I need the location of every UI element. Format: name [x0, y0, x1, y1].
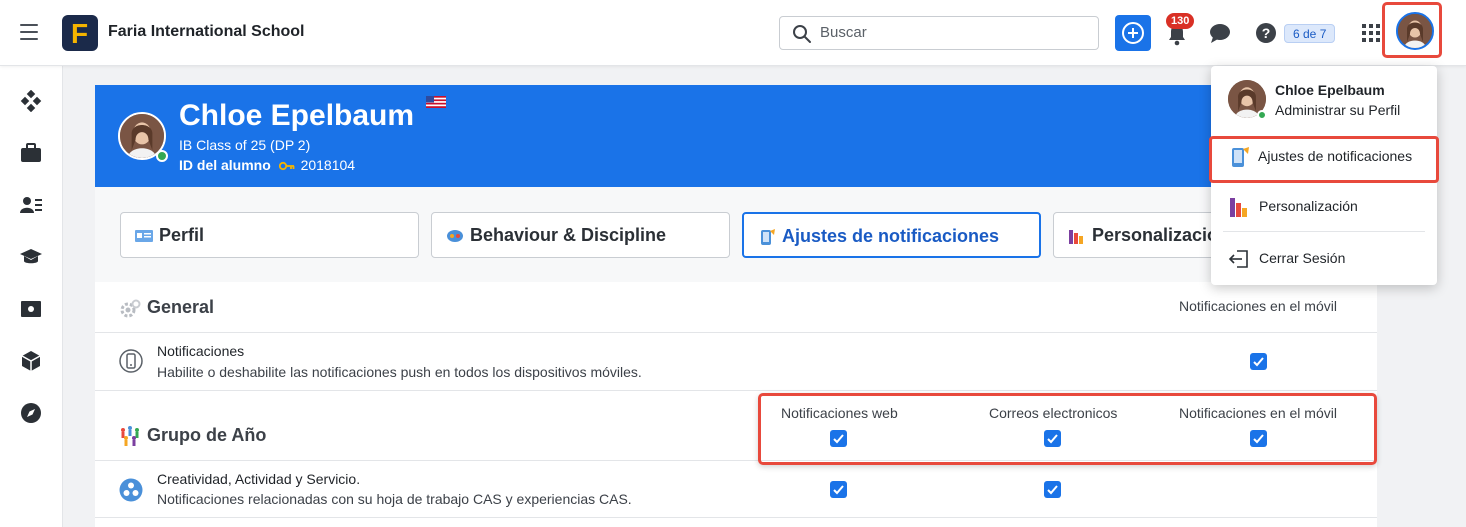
- menu-icon[interactable]: [20, 24, 38, 40]
- graduation-cap-icon[interactable]: [20, 246, 42, 268]
- avatar[interactable]: [1396, 12, 1434, 50]
- search-box[interactable]: [779, 16, 1099, 50]
- mobile-notification-checkbox[interactable]: [1250, 353, 1267, 370]
- tab-perfil[interactable]: Perfil: [120, 212, 419, 258]
- book-icon[interactable]: [20, 298, 42, 320]
- palette-icon: [1069, 230, 1083, 244]
- logo-letter: F: [71, 18, 89, 49]
- setting-row-notifications: Notificaciones Habilite o deshabilite la…: [95, 333, 1377, 391]
- manage-profile-link[interactable]: Administrar su Perfil: [1275, 102, 1400, 118]
- checkmark-icon: [833, 485, 844, 495]
- cube-icon[interactable]: [20, 350, 42, 372]
- section-title: Grupo de Año: [147, 425, 267, 445]
- menu-item-label: Personalización: [1259, 198, 1358, 214]
- tab-label: Perfil: [159, 225, 205, 245]
- user-avatar-highlight[interactable]: [1382, 2, 1442, 58]
- palette-icon: [1230, 198, 1247, 217]
- search-input[interactable]: [820, 24, 1080, 41]
- help-icon[interactable]: ?: [1255, 22, 1277, 44]
- id-card-icon: [135, 230, 153, 242]
- tab-label: Ajustes de notificaciones: [782, 226, 1000, 246]
- dashboard-icon[interactable]: [20, 90, 42, 112]
- svg-text:?: ?: [1262, 25, 1271, 41]
- setting-description: Habilite o deshabilite las notificacione…: [157, 364, 642, 380]
- online-status-dot: [156, 150, 168, 162]
- contacts-icon[interactable]: [20, 194, 42, 216]
- profile-header: Chloe Epelbaum IB Class of 25 (DP 2) ID …: [95, 85, 1377, 187]
- section-title: General: [147, 297, 215, 317]
- dropdown-divider: [1223, 231, 1425, 232]
- apps-grid-icon[interactable]: [1362, 24, 1380, 42]
- tab-label: Personalizació: [1092, 225, 1219, 245]
- school-name[interactable]: Faria International School: [108, 23, 304, 41]
- notification-badge: 130: [1166, 13, 1195, 29]
- dropdown-user-name: Chloe Epelbaum: [1275, 82, 1385, 98]
- top-bar: F Faria International School 130 ? 6 de …: [0, 0, 1466, 66]
- setting-title: Creatividad, Actividad y Servicio.: [157, 471, 361, 487]
- col-mobile-header: Notificaciones en el móvil: [1179, 298, 1337, 314]
- tab-notification-settings[interactable]: Ajustes de notificaciones: [742, 212, 1041, 258]
- menu-item-logout[interactable]: Cerrar Sesión: [1211, 238, 1437, 278]
- add-button[interactable]: [1115, 15, 1151, 51]
- menu-item-label: Cerrar Sesión: [1259, 250, 1346, 266]
- cas-web-checkbox[interactable]: [830, 481, 847, 498]
- student-id-value: 2018104: [300, 157, 356, 173]
- mobile-phone-icon: [119, 349, 143, 373]
- setting-title: Notificaciones: [157, 343, 245, 359]
- menu-item-label: Ajustes de notificaciones: [1258, 148, 1413, 164]
- search-icon: [793, 25, 811, 43]
- briefcase-icon[interactable]: [20, 142, 42, 164]
- profile-name: Chloe Epelbaum: [179, 99, 415, 132]
- cas-email-checkbox[interactable]: [1044, 481, 1061, 498]
- logout-icon: [1228, 250, 1248, 268]
- student-id-label: ID del alumno: [179, 157, 271, 173]
- tab-label: Behaviour & Discipline: [470, 225, 667, 245]
- chat-icon[interactable]: [1208, 22, 1232, 44]
- profile-class: IB Class of 25 (DP 2): [179, 137, 311, 153]
- behaviour-icon: [447, 230, 463, 242]
- setting-description: Notificaciones relacionadas con su hoja …: [157, 491, 632, 507]
- menu-item-personalization[interactable]: Personalización: [1211, 186, 1437, 226]
- phone-notification-icon: [1232, 147, 1249, 167]
- phone-notification-icon: [761, 229, 775, 245]
- school-logo[interactable]: F: [62, 15, 98, 51]
- user-photo-icon: [1398, 14, 1432, 48]
- checkmark-icon: [1253, 357, 1264, 367]
- checkmark-icon: [1047, 485, 1058, 495]
- compass-icon[interactable]: [20, 402, 42, 424]
- cas-circles-icon: [119, 478, 143, 502]
- plus-circle-icon: [1122, 22, 1144, 44]
- online-status-dot: [1257, 110, 1267, 120]
- student-id: ID del alumno 2018104: [179, 157, 355, 173]
- columns-highlight-box: [758, 393, 1377, 465]
- gear-icon: [120, 299, 141, 318]
- side-nav: [0, 66, 63, 527]
- page-counter-badge[interactable]: 6 de 7: [1284, 24, 1336, 43]
- setting-row-cas: Creatividad, Actividad y Servicio. Notif…: [95, 461, 1377, 518]
- menu-item-notification-settings[interactable]: Ajustes de notificaciones: [1209, 136, 1439, 183]
- people-group-icon: [121, 426, 139, 446]
- us-flag-icon: [426, 96, 446, 108]
- tabs-bar: Perfil Behaviour & Discipline Ajustes de…: [95, 187, 1377, 282]
- user-menu-dropdown: Chloe Epelbaum Administrar su Perfil Aju…: [1209, 66, 1439, 285]
- tab-behaviour[interactable]: Behaviour & Discipline: [431, 212, 730, 258]
- key-icon: [278, 162, 295, 171]
- section-general: General Notificaciones en el móvil: [95, 282, 1377, 333]
